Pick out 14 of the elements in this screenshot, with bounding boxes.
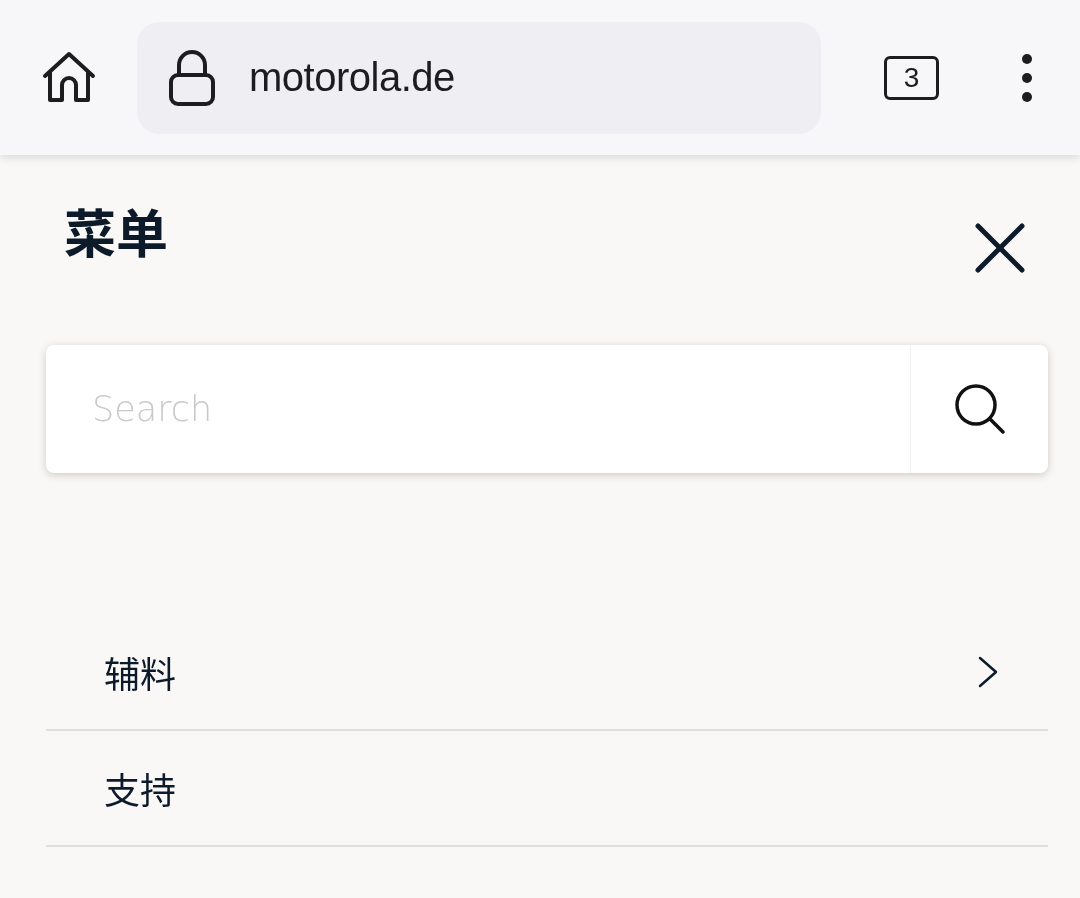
- lock-icon: [169, 49, 215, 106]
- close-button[interactable]: [975, 223, 1025, 273]
- tab-count-button[interactable]: 3: [884, 55, 939, 100]
- menu-title: 菜单: [64, 200, 168, 263]
- close-icon: [975, 223, 1025, 273]
- search-icon: [953, 383, 1006, 435]
- more-icon: [1022, 53, 1032, 102]
- home-button[interactable]: [42, 50, 96, 105]
- menu-item[interactable]: 辅料: [104, 646, 176, 698]
- menu-button[interactable]: [1022, 53, 1032, 102]
- home-icon: [42, 50, 96, 105]
- address-bar[interactable]: motorola.de: [137, 21, 821, 134]
- url-text: motorola.de: [249, 55, 455, 100]
- menu-item[interactable]: 支持: [104, 762, 176, 814]
